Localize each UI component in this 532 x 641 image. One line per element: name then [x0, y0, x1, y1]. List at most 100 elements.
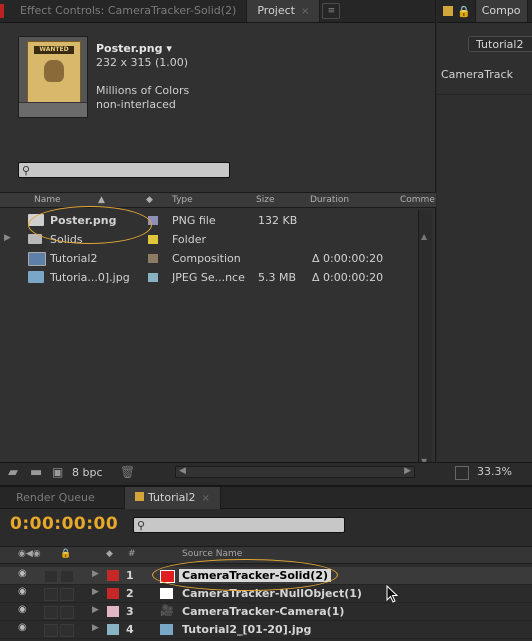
twirl-right-icon[interactable]: ▶ [92, 623, 99, 633]
eye-icon[interactable]: ◉ [18, 622, 27, 633]
tab-project[interactable]: Project × [246, 0, 321, 22]
scroll-right-icon[interactable]: ▶ [404, 466, 411, 476]
project-item-row[interactable]: Tutorial2 Composition Δ 0:00:00:20 [0, 250, 418, 267]
eye-icon[interactable]: ◉ [18, 586, 27, 597]
scroll-left-icon[interactable]: ◀ [179, 466, 186, 476]
layer-number-column[interactable]: # [128, 549, 136, 559]
layer-row[interactable]: ◉ ▶ 2 CameraTracker-NullObject(1) [0, 585, 532, 603]
label-color-swatch[interactable] [148, 235, 158, 244]
tab-composition[interactable]: Compo [474, 0, 528, 22]
item-size: 5.3 MB [258, 271, 297, 284]
column-duration[interactable]: Duration [310, 195, 349, 205]
search-icon: ⚲ [22, 164, 31, 177]
label-color-swatch[interactable] [107, 588, 119, 599]
label-color-swatch[interactable] [148, 273, 158, 282]
new-folder-icon[interactable]: ▬ [30, 465, 42, 480]
label-color-swatch[interactable] [107, 606, 119, 617]
column-size[interactable]: Size [256, 195, 274, 205]
lock-column-icon[interactable]: 🔒 [60, 549, 71, 559]
project-tabbar: Effect Controls: CameraTracker-Solid(2) … [0, 0, 435, 23]
layer-name[interactable]: CameraTracker-Camera(1) [182, 605, 344, 618]
label-color-swatch[interactable] [107, 570, 119, 581]
solid-layer-icon [160, 570, 175, 583]
trash-icon[interactable]: 🗑 [120, 465, 135, 479]
twirl-right-icon[interactable]: ▶ [92, 587, 99, 597]
layer-name[interactable]: CameraTracker-NullObject(1) [182, 587, 362, 600]
tab-tutorial2-label: Tutorial2 [148, 491, 196, 504]
audio-switch[interactable] [44, 624, 58, 637]
label-color-swatch[interactable] [107, 624, 119, 635]
item-type: Folder [172, 233, 206, 246]
close-icon[interactable]: × [301, 6, 309, 17]
comp-name-button[interactable]: Tutorial2 [468, 36, 532, 52]
twirl-right-icon[interactable]: ▶ [92, 569, 99, 579]
poster-face-graphic [44, 60, 64, 82]
comp-tabbar: 🔒 Compo [437, 0, 532, 23]
project-vertical-scrollbar[interactable]: ▲ ▼ [418, 210, 432, 470]
label-column-icon[interactable]: ◆ [106, 549, 113, 559]
item-name: Tutoria...0].jpg [50, 271, 130, 284]
scroll-up-icon[interactable]: ▲ [421, 232, 427, 241]
layer-row[interactable]: ◉ ▶ 3 🎥 CameraTracker-Camera(1) [0, 603, 532, 621]
image-sequence-icon [28, 271, 44, 283]
project-item-row[interactable]: Tutoria...0].jpg JPEG Se...nce 5.3 MB Δ … [0, 269, 418, 286]
layer-row[interactable]: ◉ ▶ 1 CameraTracker-Solid(2) [0, 567, 532, 585]
item-type: JPEG Se...nce [172, 271, 245, 284]
tab-effect-controls[interactable]: Effect Controls: CameraTracker-Solid(2) [10, 0, 246, 22]
project-item-row[interactable]: Poster.png PNG file 132 KB [0, 212, 418, 229]
layer-name[interactable]: Tutorial2_[01-20].jpg [182, 623, 311, 636]
project-item-row[interactable]: ▶ Solids Folder [0, 231, 418, 248]
eye-icon[interactable]: ◉ [18, 604, 27, 615]
composition-icon [28, 252, 46, 266]
interpret-footage-icon[interactable]: ▰ [8, 465, 18, 480]
new-composition-icon[interactable]: ▣ [52, 465, 63, 479]
label-column-icon[interactable]: ◆ [146, 195, 153, 205]
twirl-right-icon[interactable]: ▶ [92, 605, 99, 615]
project-horizontal-scrollbar[interactable]: ◀ ▶ [175, 466, 415, 478]
lock-icon[interactable]: 🔒 [457, 5, 471, 18]
always-preview-icon[interactable] [455, 466, 469, 480]
selected-file-name[interactable]: Poster.png ▾ [96, 42, 172, 55]
label-color-swatch[interactable] [148, 216, 158, 225]
twirl-right-icon[interactable]: ▶ [4, 233, 11, 243]
panel-menu-icon[interactable]: ≡ [322, 3, 341, 19]
layer-number: 2 [126, 587, 134, 600]
layer-number: 1 [126, 569, 134, 582]
zoom-dropdown[interactable]: 33.3% [477, 465, 512, 479]
timeline-search-input[interactable]: ⚲ [133, 517, 345, 533]
item-duration: Δ 0:00:00:20 [312, 252, 384, 265]
selected-file-colors: Millions of Colors [96, 84, 190, 97]
folder-icon [28, 234, 42, 244]
av-features-icon[interactable]: ◉◀◉ [18, 549, 41, 559]
timeline-column-header: ◉◀◉ 🔒 ◆ # Source Name [0, 546, 532, 564]
label-color-swatch[interactable] [148, 254, 158, 263]
close-icon[interactable]: × [201, 493, 209, 504]
solo-switch[interactable] [60, 606, 74, 619]
solo-switch[interactable] [60, 624, 74, 637]
solo-switch[interactable] [60, 570, 74, 583]
project-search-input[interactable]: ⚲ [18, 162, 230, 178]
source-name-column[interactable]: Source Name [182, 549, 242, 559]
solo-switch[interactable] [60, 588, 74, 601]
audio-switch[interactable] [44, 606, 58, 619]
column-type[interactable]: Type [172, 195, 193, 205]
column-name[interactable]: Name [34, 195, 61, 205]
audio-switch[interactable] [44, 588, 58, 601]
current-time-display[interactable]: 0:00:00:00 [10, 514, 118, 534]
layer-number: 4 [126, 623, 134, 636]
item-name: Poster.png [50, 214, 117, 227]
tab-render-queue[interactable]: Render Queue [6, 487, 105, 509]
tab-tutorial2[interactable]: Tutorial2 × [124, 487, 221, 509]
sort-ascending-icon[interactable]: ▲ [98, 195, 105, 205]
bit-depth-label[interactable]: 8 bpc [72, 466, 103, 479]
layer-name[interactable]: CameraTracker-Solid(2) [179, 569, 332, 582]
null-layer-icon [160, 588, 173, 599]
column-comment[interactable]: Comme [400, 195, 435, 205]
audio-switch[interactable] [44, 570, 58, 583]
timeline-tabbar: Render Queue Tutorial2 × [0, 487, 532, 509]
search-icon: ⚲ [137, 519, 146, 532]
composition-viewer[interactable] [437, 94, 532, 456]
eye-icon[interactable]: ◉ [18, 568, 27, 579]
layer-row[interactable]: ◉ ▶ 4 Tutorial2_[01-20].jpg [0, 621, 532, 639]
project-column-header: Name ▲ ◆ Type Size Duration Comme [0, 192, 436, 208]
